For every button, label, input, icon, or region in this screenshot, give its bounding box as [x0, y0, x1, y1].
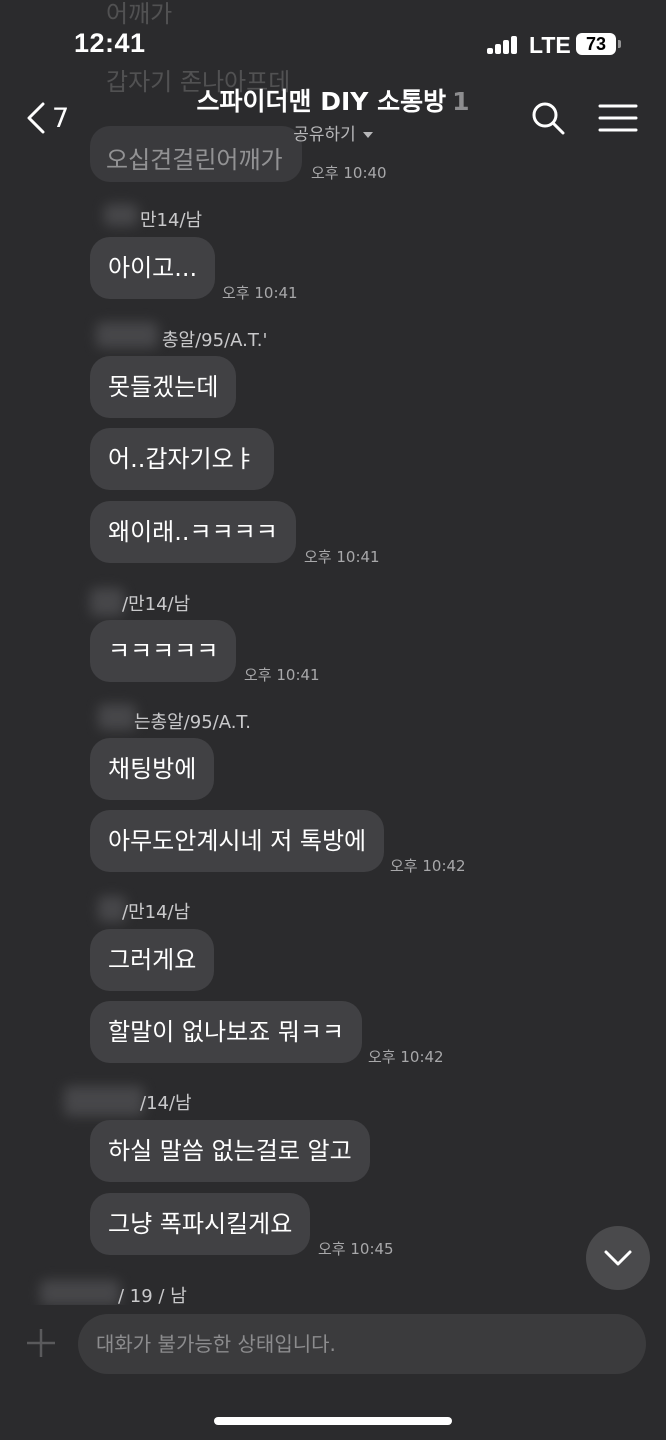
redacted-avatar: [90, 588, 124, 616]
message-time: 오후 10:41: [222, 284, 298, 302]
sender-name: /만14/남: [122, 902, 191, 923]
attach-button[interactable]: [26, 1328, 56, 1358]
home-indicator: [214, 1417, 452, 1425]
sender-name: /14/남: [140, 1093, 192, 1114]
message-bubble[interactable]: 왜이래..ㅋㅋㅋㅋ: [90, 501, 296, 563]
sender-name: 총알/95/A.T.': [162, 330, 268, 351]
redacted-avatar: [40, 1280, 120, 1306]
chat-title-text: 스파이더맨 DIY 소통방: [196, 87, 447, 116]
faded-message: 오십견걸린어깨가: [106, 146, 283, 174]
redacted-avatar: [98, 704, 136, 730]
message-time: 오후 10:42: [390, 857, 466, 875]
message-bubble[interactable]: 그냥 폭파시킬게요: [90, 1193, 311, 1255]
plus-icon: [27, 1329, 55, 1357]
sender-name: 는총알/95/A.T.: [134, 712, 252, 733]
message-time: 오후 10:41: [304, 548, 380, 566]
message-time: 오후 10:42: [368, 1048, 444, 1066]
hamburger-icon: [598, 104, 638, 132]
scroll-to-bottom-button[interactable]: [586, 1226, 650, 1290]
message-bubble[interactable]: 어..갑자기오ㅑ: [90, 428, 274, 490]
message-time: 오후 10:40: [311, 164, 387, 182]
network-type: LTE: [529, 32, 571, 58]
message-bubble[interactable]: 아무도안계시네 저 톡방에: [90, 810, 385, 872]
message-bubble[interactable]: 할말이 없나보죠 뭐ㅋㅋ: [90, 1001, 363, 1063]
faded-message: 어깨가: [106, 0, 173, 28]
message-time: 오후 10:41: [244, 666, 320, 684]
sender-name: /만14/남: [122, 594, 191, 615]
back-button[interactable]: 7: [26, 100, 76, 136]
battery-tip: [618, 40, 621, 48]
sender-name: 만14/남: [140, 210, 203, 231]
back-count: 7: [52, 102, 70, 134]
message-bubble[interactable]: 채팅방에: [90, 738, 215, 800]
search-button[interactable]: [530, 100, 566, 136]
message-time: 오후 10:45: [318, 1240, 394, 1258]
status-time: 12:41: [74, 28, 146, 58]
redacted-avatar: [96, 322, 158, 348]
message-input[interactable]: 대화가 불가능한 상태입니다.: [78, 1314, 646, 1374]
share-button[interactable]: 공유하기: [250, 120, 416, 145]
chevron-down-icon: [604, 1250, 632, 1266]
member-count: 1: [452, 87, 470, 116]
share-label: 공유하기: [293, 125, 356, 145]
signal-icon: [487, 36, 519, 54]
battery-icon: 73: [576, 33, 616, 55]
redacted-avatar: [64, 1086, 144, 1116]
message-bubble[interactable]: ㅋㅋㅋㅋㅋ: [90, 620, 237, 682]
message-bubble[interactable]: 못들겠는데: [90, 356, 237, 418]
message-bubble[interactable]: 하실 말씀 없는걸로 알고: [90, 1120, 370, 1182]
caret-down-icon: [362, 132, 373, 138]
menu-button[interactable]: [598, 103, 638, 133]
chat-title: 스파이더맨 DIY 소통방 1: [150, 82, 516, 118]
message-bubble[interactable]: 아이고...: [90, 237, 216, 299]
search-icon: [532, 102, 565, 135]
chevron-left-icon: [27, 102, 45, 134]
redacted-avatar: [104, 204, 138, 226]
message-bubble[interactable]: 그러게요: [90, 929, 215, 991]
